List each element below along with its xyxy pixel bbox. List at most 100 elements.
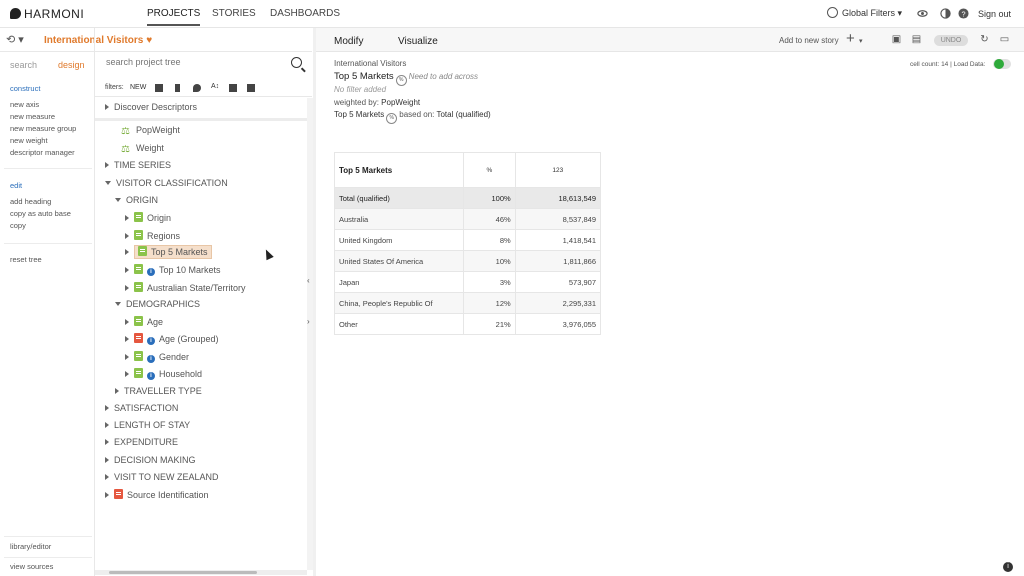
tree-satisfaction[interactable]: SATISFACTION	[105, 403, 178, 413]
tree-visitor-classification[interactable]: VISITOR CLASSIFICATION	[105, 178, 228, 188]
global-filters-dropdown[interactable]: Global Filters ▾	[827, 7, 902, 19]
expand-icon[interactable]	[125, 354, 129, 360]
excel-export-icon[interactable]: ▣	[891, 34, 902, 45]
tree-age-grouped[interactable]: i Age (Grouped)	[125, 333, 219, 345]
expand-icon[interactable]	[125, 371, 129, 377]
tree-household[interactable]: i Household	[125, 368, 202, 380]
tree-weight[interactable]: ⚖ Weight	[121, 143, 164, 155]
word-export-icon[interactable]: ▤	[911, 34, 922, 45]
column-icon[interactable]	[175, 84, 180, 92]
menu-new-measure-group[interactable]: new measure group	[10, 123, 76, 135]
expand-icon[interactable]	[125, 249, 129, 255]
expand-icon[interactable]	[125, 267, 129, 273]
menu-new-axis[interactable]: new axis	[10, 99, 76, 111]
info-icon[interactable]: i	[1003, 562, 1013, 572]
tab-search[interactable]: search	[10, 60, 37, 70]
folder-icon[interactable]	[229, 84, 237, 92]
menu-view-sources[interactable]: view sources	[10, 561, 53, 573]
sign-out-link[interactable]: Sign out	[978, 9, 1011, 19]
tree-decision-making[interactable]: DECISION MAKING	[105, 455, 196, 465]
expand-icon[interactable]	[125, 215, 129, 221]
tab-design[interactable]: design	[58, 60, 85, 70]
add-to-new-story-link[interactable]: Add to new story	[779, 36, 839, 45]
expand-icon[interactable]	[105, 439, 109, 445]
tree-gender[interactable]: i Gender	[125, 351, 189, 363]
comment-icon[interactable]: ▭	[999, 34, 1010, 45]
expand-icon[interactable]	[125, 233, 129, 239]
harmoni-logo[interactable]: HARMONI	[10, 7, 84, 21]
nav-projects[interactable]: PROJECTS	[147, 8, 201, 26]
refresh-icon[interactable]: ↻	[979, 34, 990, 45]
tree-expenditure[interactable]: EXPENDITURE	[105, 437, 178, 447]
expand-right-icon[interactable]: ›	[307, 317, 310, 326]
filter-new-button[interactable]: NEW	[130, 84, 146, 91]
column-percent-header[interactable]: %	[463, 152, 516, 188]
edit-heading[interactable]: edit	[10, 180, 71, 192]
info-icon[interactable]: i	[147, 355, 155, 363]
info-icon[interactable]: i	[147, 337, 155, 345]
menu-library-editor[interactable]: library/editor	[10, 541, 51, 553]
menu-add-heading[interactable]: add heading	[10, 196, 71, 208]
menu-descriptor-manager[interactable]: descriptor manager	[10, 147, 76, 159]
table-row[interactable]: Total (qualified) 100% 18,613,549	[334, 187, 602, 209]
sort-az-icon[interactable]: A↕	[211, 83, 219, 91]
add-plus-icon[interactable]: + ▾	[846, 31, 878, 48]
column-count-header[interactable]: 123	[514, 152, 602, 188]
info-icon[interactable]: i	[147, 372, 155, 380]
menu-new-measure[interactable]: new measure	[10, 111, 76, 123]
expand-icon[interactable]	[105, 474, 109, 480]
table-row[interactable]: United States Of America 10% 1,811,866	[334, 250, 602, 272]
collapse-icon[interactable]	[115, 198, 121, 202]
tree-visit-nz[interactable]: VISIT TO NEW ZEALAND	[105, 472, 219, 482]
menu-copy[interactable]: copy	[10, 220, 71, 232]
scroll-thumb[interactable]	[109, 571, 257, 574]
tree-discover-descriptors[interactable]: Discover Descriptors	[105, 102, 197, 112]
table-row[interactable]: China, People's Republic Of 12% 2,295,33…	[334, 292, 602, 314]
menu-new-weight[interactable]: new weight	[10, 135, 76, 147]
expand-icon[interactable]	[115, 388, 119, 394]
nav-dashboards[interactable]: DASHBOARDS	[270, 8, 340, 19]
tree-time-series[interactable]: TIME SERIES	[105, 160, 171, 170]
base-icon[interactable]: %	[386, 113, 398, 124]
expand-icon[interactable]	[105, 104, 109, 110]
row-header[interactable]: Top 5 Markets	[334, 152, 464, 188]
tree-source-identification[interactable]: Source Identification	[105, 489, 209, 500]
tree-popweight[interactable]: ⚖ PopWeight	[121, 125, 180, 137]
menu-reset-tree[interactable]: reset tree	[10, 254, 42, 266]
tree-origin[interactable]: Origin	[125, 212, 171, 223]
expand-icon[interactable]	[125, 319, 129, 325]
help-icon[interactable]: ?	[958, 8, 969, 19]
tree-australian-state[interactable]: Australian State/Territory	[125, 282, 246, 293]
contrast-icon[interactable]	[940, 8, 951, 19]
grid-icon[interactable]	[155, 84, 163, 92]
tree-origin-group[interactable]: ORIGIN	[115, 195, 158, 205]
eye-icon[interactable]	[917, 8, 928, 19]
table-row[interactable]: Japan 3% 573,907	[334, 271, 602, 293]
info-icon[interactable]: i	[147, 268, 155, 276]
tree-top-5-markets[interactable]: Top 5 Markets	[125, 245, 212, 259]
tree-length-of-stay[interactable]: LENGTH OF STAY	[105, 420, 190, 430]
load-data-toggle[interactable]	[993, 59, 1011, 69]
tree-demographics[interactable]: DEMOGRAPHICS	[115, 299, 200, 309]
nav-stories[interactable]: STORIES	[212, 8, 256, 19]
expand-icon[interactable]	[105, 162, 109, 168]
tree-top-10-markets[interactable]: i Top 10 Markets	[125, 264, 221, 276]
collapse-left-icon[interactable]: ‹	[307, 276, 310, 285]
pin-icon[interactable]	[193, 84, 201, 92]
table-row[interactable]: United Kingdom 8% 1,418,541	[334, 229, 602, 251]
expand-icon[interactable]	[105, 457, 109, 463]
tab-visualize[interactable]: Visualize	[398, 36, 438, 47]
collapse-icon[interactable]	[115, 302, 121, 306]
pane-splitter[interactable]	[313, 28, 316, 576]
tree-icon[interactable]	[247, 84, 255, 92]
search-icon[interactable]	[291, 57, 302, 68]
expand-icon[interactable]	[125, 336, 129, 342]
tree-traveller-type[interactable]: TRAVELLER TYPE	[115, 386, 202, 396]
table-row[interactable]: Other 21% 3,976,055	[334, 313, 602, 335]
tab-modify[interactable]: Modify	[334, 36, 363, 47]
tree-age[interactable]: Age	[125, 316, 163, 327]
undo-button[interactable]: UNDO	[934, 35, 968, 46]
tree-horizontal-scrollbar[interactable]	[95, 570, 307, 575]
expand-icon[interactable]	[125, 285, 129, 291]
tree-regions[interactable]: Regions	[125, 230, 180, 241]
